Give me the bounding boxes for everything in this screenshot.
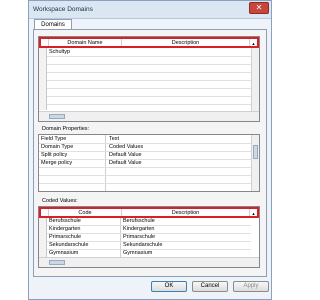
grid-line [39,175,259,176]
grid-line [47,72,251,73]
cancel-button[interactable]: Cancel [192,281,228,292]
property-value[interactable]: Default Value [109,152,142,158]
scrollbar-thumb[interactable] [49,260,65,265]
vertical-scrollbar[interactable] [251,135,259,191]
code-cell[interactable]: Gymnasium [49,250,78,256]
header-row-indicator [41,39,49,46]
grid-line [39,183,259,184]
domain-name-cell[interactable]: Schultyp [49,49,70,55]
code-cell[interactable]: Berufsschule [49,218,81,224]
sort-arrow-icon: ▲ [251,41,256,46]
scrollbar-thumb[interactable] [49,114,65,119]
property-value[interactable]: Text [109,136,119,142]
column-header-description[interactable]: Description [122,209,250,216]
column-header-code[interactable]: Code [49,209,122,216]
description-cell[interactable]: Berufsschule [123,218,155,224]
domains-grid-header: Domain Name Description ▲ [39,37,259,48]
horizontal-scrollbar[interactable] [39,257,259,267]
ok-button[interactable]: OK [151,281,187,292]
coded-values-label: Coded Values: [42,198,78,204]
property-name: Split policy [41,152,68,158]
grid-line [47,88,251,89]
code-cell[interactable]: Kindergarten [49,226,81,232]
workspace-domains-dialog: Workspace Domains ✕ Domains Domain Name … [28,0,272,300]
description-cell[interactable]: Primarschule [123,234,155,240]
domain-properties-grid[interactable]: Field Type Text Domain Type Coded Values… [38,134,260,192]
property-name: Domain Type [41,144,74,150]
description-cell[interactable]: Sekundarschule [123,242,162,248]
title-bar[interactable]: Workspace Domains ✕ [29,1,271,19]
column-header-description[interactable]: Description [122,39,250,46]
scrollbar-thumb[interactable] [253,145,258,159]
domains-panel: Domain Name Description ▲ Schultyp Domai… [33,29,267,277]
vertical-scrollbar[interactable] [251,48,259,111]
header-row-indicator [41,209,49,216]
grid-line [47,104,251,105]
domain-properties-label: Domain Properties: [42,126,90,132]
horizontal-scrollbar[interactable] [39,111,259,121]
sort-arrow-icon: ▲ [251,211,256,216]
coded-values-header: Code Description ▲ [39,207,259,218]
coded-values-grid[interactable]: Code Description ▲ Berufsschule Berufssc… [38,206,260,268]
property-name: Field Type [41,136,67,142]
code-cell[interactable]: Primarschule [49,234,81,240]
domains-grid[interactable]: Domain Name Description ▲ Schultyp [38,36,260,122]
grid-line [47,56,251,57]
grid-line [39,151,259,152]
row-indicator-column [39,48,47,110]
close-button[interactable]: ✕ [249,2,269,14]
property-value[interactable]: Default Value [109,160,142,166]
apply-button[interactable]: Apply [233,281,269,292]
column-header-domain-name[interactable]: Domain Name [49,39,122,46]
description-cell[interactable]: Gymnasium [123,250,152,256]
property-name: Merge policy [41,160,73,166]
grid-line [47,80,251,81]
grid-line [39,167,259,168]
code-cell[interactable]: Sekundarschule [49,242,88,248]
grid-line [47,64,251,65]
description-cell[interactable]: Kindergarten [123,226,155,232]
grid-line [47,96,251,97]
property-value[interactable]: Coded Values [109,144,143,150]
window-title: Workspace Domains [33,6,93,13]
